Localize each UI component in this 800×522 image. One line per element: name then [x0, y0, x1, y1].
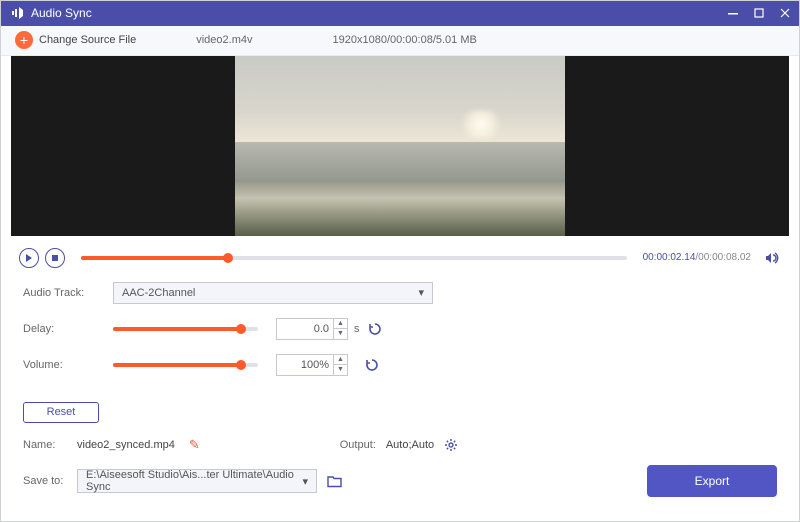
plus-icon: + — [15, 31, 33, 49]
delay-unit: s — [354, 323, 360, 335]
playback-controls: 00:00:02.14/00:00:08.02 — [1, 244, 799, 272]
video-preview[interactable] — [11, 56, 789, 236]
output-label: Output: — [340, 439, 376, 451]
chevron-down-icon: ▾ — [418, 286, 424, 299]
maximize-button[interactable] — [753, 7, 765, 19]
audio-track-select[interactable]: AAC-2Channel ▾ — [113, 282, 433, 304]
app-icon — [9, 5, 25, 21]
delay-slider[interactable] — [113, 327, 258, 331]
delay-input[interactable]: 0.0 — [276, 318, 334, 340]
output-panel: Name: video2_synced.mp4 ✎ Output: Auto;A… — [1, 433, 799, 521]
preview-frame — [235, 56, 565, 236]
reset-button[interactable]: Reset — [23, 402, 99, 423]
gear-icon[interactable] — [444, 438, 458, 452]
audio-track-label: Audio Track: — [23, 287, 113, 299]
stop-button[interactable] — [45, 248, 65, 268]
time-display: 00:00:02.14/00:00:08.02 — [643, 252, 751, 263]
delay-stepper[interactable]: ▲▼ — [334, 318, 348, 340]
export-button[interactable]: Export — [647, 465, 777, 497]
play-button[interactable] — [19, 248, 39, 268]
volume-slider[interactable] — [113, 363, 258, 367]
change-source-button[interactable]: + Change Source File — [15, 31, 136, 49]
folder-icon[interactable] — [327, 475, 342, 488]
minimize-button[interactable] — [727, 7, 739, 19]
change-source-label: Change Source File — [39, 34, 136, 46]
chevron-down-icon: ▾ — [302, 475, 308, 488]
source-toolbar: + Change Source File video2.m4v 1920x108… — [1, 26, 799, 56]
app-window: Audio Sync + Change Source File video2.m… — [0, 0, 800, 522]
save-to-label: Save to: — [23, 475, 77, 487]
progress-bar[interactable] — [81, 256, 627, 260]
volume-stepper[interactable]: ▲▼ — [334, 354, 348, 376]
window-controls — [727, 7, 791, 19]
source-filename: video2.m4v — [196, 34, 252, 46]
name-label: Name: — [23, 439, 77, 451]
save-path-select[interactable]: E:\Aiseesoft Studio\Ais...ter Ultimate\A… — [77, 469, 317, 493]
output-value: Auto;Auto — [386, 439, 434, 451]
volume-icon[interactable] — [765, 251, 781, 265]
titlebar: Audio Sync — [1, 1, 799, 26]
volume-input[interactable]: 100% — [276, 354, 334, 376]
settings-panel: Audio Track: AAC-2Channel ▾ Delay: 0.0 ▲… — [1, 272, 799, 394]
source-meta: 1920x1080/00:00:08/5.01 MB — [333, 34, 477, 46]
app-title: Audio Sync — [31, 6, 727, 20]
edit-name-icon[interactable]: ✎ — [189, 437, 200, 453]
volume-reset-icon[interactable] — [365, 358, 379, 372]
name-value: video2_synced.mp4 — [77, 439, 175, 451]
close-button[interactable] — [779, 7, 791, 19]
delay-label: Delay: — [23, 323, 113, 335]
delay-reset-icon[interactable] — [368, 322, 382, 336]
volume-label: Volume: — [23, 359, 113, 371]
